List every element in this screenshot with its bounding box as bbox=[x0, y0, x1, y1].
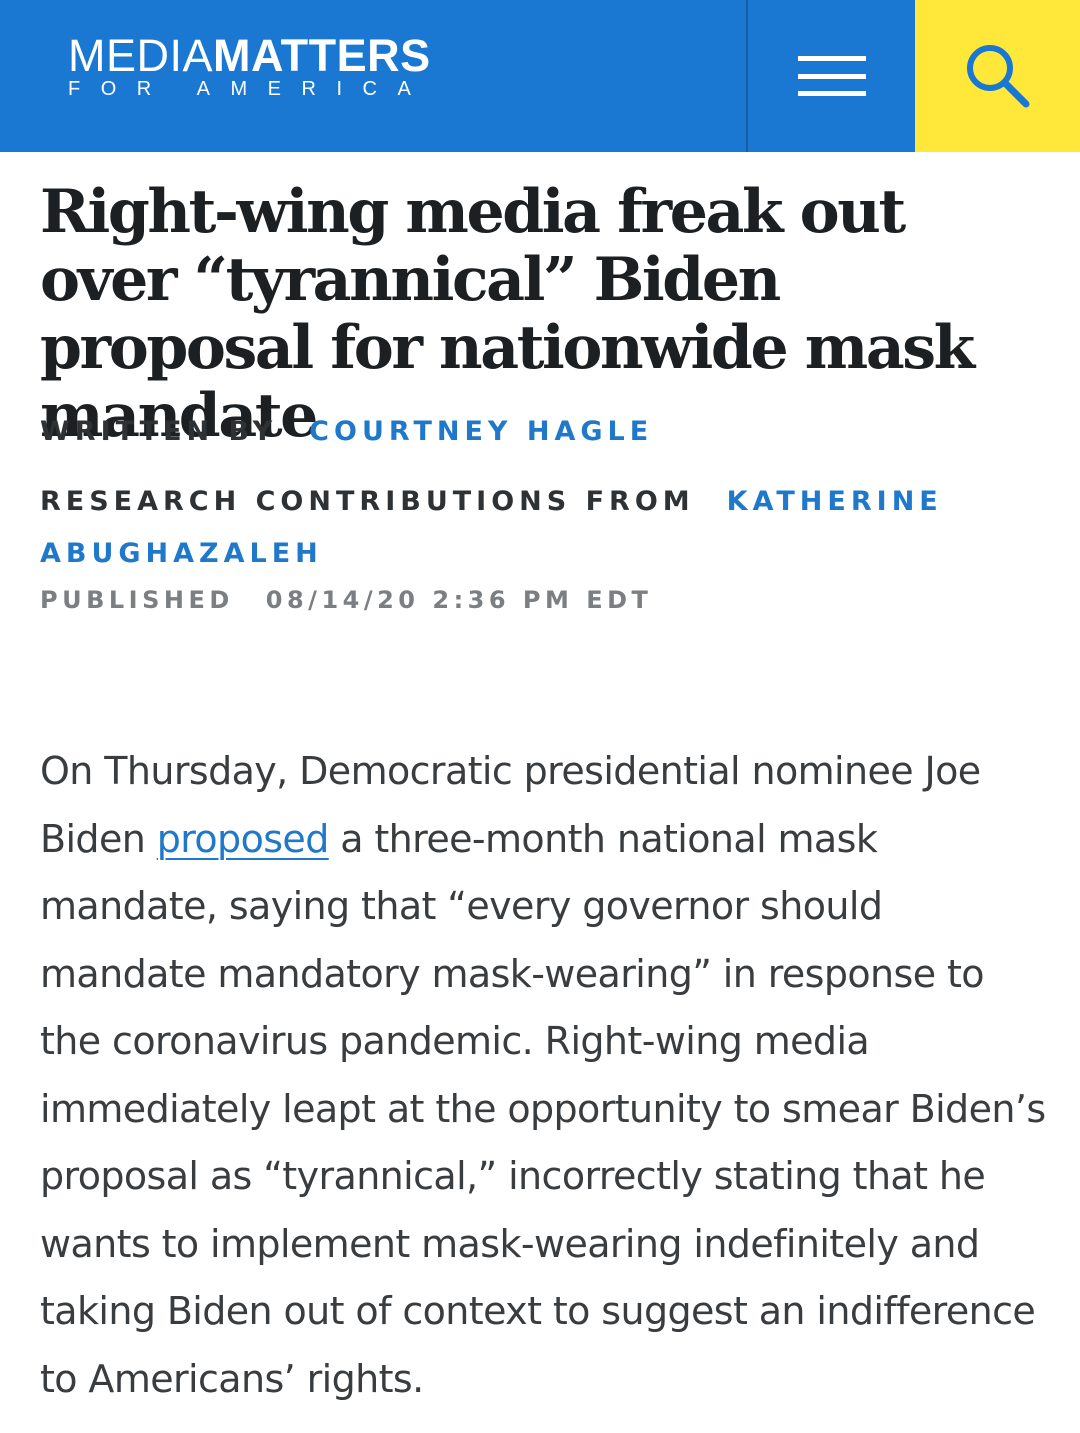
search-icon bbox=[966, 45, 1029, 108]
logo-wordmark: MEDIAMATTERS bbox=[68, 33, 431, 78]
hamburger-icon bbox=[797, 56, 866, 96]
published-info: PUBLISHED 08/14/20 2:36 PM EDT bbox=[40, 586, 652, 614]
site-header: MEDIAMATTERS FOR AMERICA bbox=[0, 0, 1080, 152]
published-date: 08/14/20 2:36 PM EDT bbox=[265, 586, 653, 614]
written-by-label: WRITTEN BY bbox=[40, 416, 278, 447]
researcher-first-name: KATHERINE bbox=[726, 486, 943, 517]
logo-area: MEDIAMATTERS FOR AMERICA bbox=[0, 0, 746, 152]
proposed-link[interactable]: proposed bbox=[157, 817, 330, 861]
researcher-last-name: ABUGHAZALEH bbox=[40, 538, 323, 569]
site-logo[interactable]: MEDIAMATTERS FOR AMERICA bbox=[68, 33, 432, 101]
search-button[interactable] bbox=[915, 0, 1080, 152]
published-label: PUBLISHED bbox=[40, 586, 234, 614]
byline: WRITTEN BY COURTNEY HAGLE bbox=[40, 416, 653, 447]
article-body-paragraph: On Thursday, Democratic presidential nom… bbox=[40, 738, 1050, 1413]
research-credits: RESEARCH CONTRIBUTIONS FROM KATHERINE ABUG… bbox=[40, 478, 1000, 578]
logo-media: MEDIA bbox=[68, 30, 214, 81]
article-headline: Right-wing media freak out over “tyranni… bbox=[40, 177, 975, 451]
logo-matters: MATTERS bbox=[213, 30, 431, 81]
author-link[interactable]: COURTNEY HAGLE bbox=[309, 416, 653, 447]
logo-tagline: FOR AMERICA bbox=[68, 78, 432, 100]
research-label: RESEARCH CONTRIBUTIONS FROM bbox=[40, 486, 695, 517]
menu-button[interactable] bbox=[746, 0, 915, 152]
body-text-part2: a three-month national mask mandate, say… bbox=[40, 816, 1046, 1401]
